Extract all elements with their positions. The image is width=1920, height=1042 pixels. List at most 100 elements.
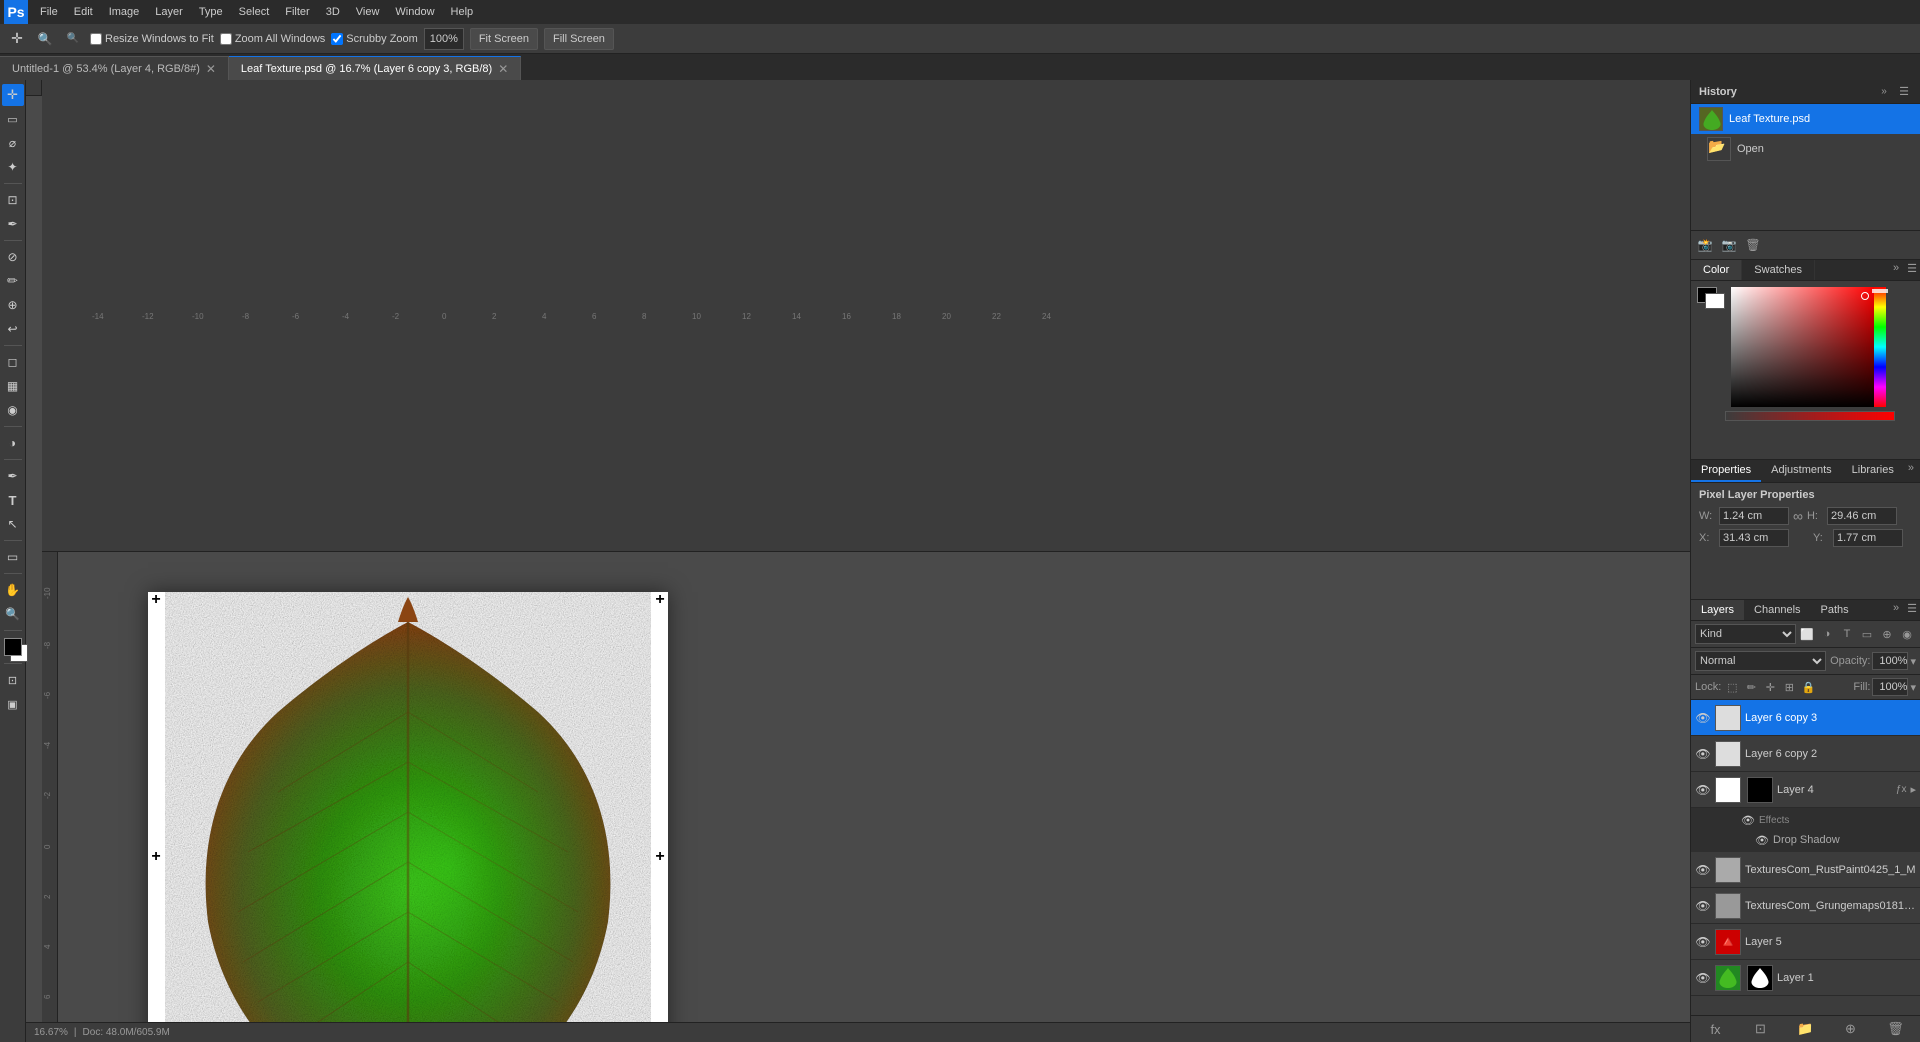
tool-history-brush[interactable]: ↩: [2, 318, 24, 340]
menu-window[interactable]: Window: [387, 0, 442, 24]
x-input[interactable]: [1719, 529, 1789, 547]
tab-untitled-close[interactable]: ✕: [206, 62, 216, 76]
layers-kind-select[interactable]: Kind: [1695, 624, 1796, 644]
tool-eyedropper[interactable]: ✒: [2, 213, 24, 235]
menu-layer[interactable]: Layer: [147, 0, 191, 24]
history-new-doc-btn[interactable]: 📷: [1719, 235, 1739, 255]
menu-select[interactable]: Select: [231, 0, 278, 24]
tool-blur[interactable]: ◉: [2, 399, 24, 421]
height-input[interactable]: [1827, 507, 1897, 525]
layers-delete-btn[interactable]: 🗑: [1874, 1019, 1917, 1039]
layers-filter-toggle[interactable]: ◉: [1898, 625, 1916, 643]
fill-input[interactable]: [1872, 678, 1908, 696]
zoom-in-icon[interactable]: 🔍: [34, 28, 56, 50]
y-input[interactable]: [1833, 529, 1903, 547]
layer-vis-texturescom-rust[interactable]: 👁: [1695, 862, 1711, 878]
tool-zoom[interactable]: 🔍: [2, 603, 24, 625]
color-gradient[interactable]: [1731, 287, 1874, 407]
tool-dodge[interactable]: ◑: [2, 432, 24, 454]
menu-help[interactable]: Help: [443, 0, 482, 24]
filter-smart-icon[interactable]: ⊕: [1878, 625, 1896, 643]
menu-3d[interactable]: 3D: [318, 0, 348, 24]
layers-tab-layers[interactable]: Layers: [1691, 600, 1744, 620]
layer-item-layer6copy2[interactable]: 👁 Layer 6 copy 2: [1691, 736, 1920, 772]
lock-position-icon[interactable]: ✛: [1762, 679, 1778, 695]
effect-item-dropshadow-name[interactable]: 👁 Drop Shadow: [1741, 830, 1916, 850]
layer-vis-layer6copy2[interactable]: 👁: [1695, 746, 1711, 762]
tool-mask[interactable]: ⊡: [2, 669, 24, 691]
fill-arrow[interactable]: ▾: [1910, 681, 1916, 694]
layer-item-texturescom-grun[interactable]: 👁 TexturesCom_Grungemaps0181_19_...: [1691, 888, 1920, 924]
lock-brush-icon[interactable]: ✏: [1743, 679, 1759, 695]
canvas-workspace[interactable]: + + + + + +: [148, 592, 668, 1023]
color-expand-icon[interactable]: »: [1888, 260, 1904, 276]
tool-lasso[interactable]: ⌀: [2, 132, 24, 154]
effect-vis-dropshadow[interactable]: 👁: [1741, 812, 1755, 828]
background-swatch[interactable]: [1705, 293, 1725, 309]
history-menu-icon[interactable]: ☰: [1896, 84, 1912, 100]
history-item-open[interactable]: 📂 Open: [1691, 134, 1920, 164]
alpha-slider[interactable]: [1725, 411, 1895, 421]
filter-adjust-icon[interactable]: ◑: [1818, 625, 1836, 643]
zoom-level-input[interactable]: [424, 28, 464, 50]
layers-create-layer-btn[interactable]: ⊕: [1829, 1019, 1872, 1039]
filter-pixel-icon[interactable]: ⬜: [1798, 625, 1816, 643]
zoom-out-icon[interactable]: 🔍: [62, 28, 84, 50]
layer-fx-layer4[interactable]: ƒx: [1896, 784, 1907, 795]
fit-screen-button[interactable]: Fit Screen: [470, 28, 538, 50]
history-item-leaf-texture[interactable]: Leaf Texture.psd: [1691, 104, 1920, 134]
tool-hand[interactable]: ✋: [2, 579, 24, 601]
layers-add-fx-btn[interactable]: fx: [1694, 1019, 1737, 1039]
tab-leaf-texture[interactable]: Leaf Texture.psd @ 16.7% (Layer 6 copy 3…: [229, 56, 521, 80]
menu-edit[interactable]: Edit: [66, 0, 101, 24]
history-snapshot-btn[interactable]: 📸: [1695, 235, 1715, 255]
layers-tab-channels[interactable]: Channels: [1744, 600, 1810, 620]
move-tool-icon[interactable]: ✛: [6, 28, 28, 50]
tab-adjustments[interactable]: Adjustments: [1761, 460, 1842, 482]
tool-path-select[interactable]: ↖: [2, 513, 24, 535]
layer-item-layer1[interactable]: 👁 Layer 1: [1691, 960, 1920, 996]
opacity-input[interactable]: [1872, 652, 1908, 670]
hue-slider[interactable]: [1874, 287, 1886, 407]
menu-filter[interactable]: Filter: [277, 0, 317, 24]
color-tab-color[interactable]: Color: [1691, 260, 1742, 280]
menu-file[interactable]: File: [32, 0, 66, 24]
foreground-color[interactable]: [4, 638, 22, 656]
blend-mode-select[interactable]: Normal: [1695, 651, 1826, 671]
layers-menu-icon[interactable]: ☰: [1904, 600, 1920, 616]
layers-add-mask-btn[interactable]: ⊡: [1739, 1019, 1782, 1039]
color-tab-swatches[interactable]: Swatches: [1742, 260, 1815, 280]
menu-view[interactable]: View: [348, 0, 388, 24]
resize-windows-input[interactable]: [90, 33, 102, 45]
fg-bg-preview[interactable]: [1697, 287, 1725, 309]
color-spectrum[interactable]: [1691, 281, 1920, 459]
layer-item-layer6copy3[interactable]: 👁 Layer 6 copy 3: [1691, 700, 1920, 736]
tool-type[interactable]: T: [2, 489, 24, 511]
tool-pen[interactable]: ✒: [2, 465, 24, 487]
link-wh-icon[interactable]: ∞: [1793, 508, 1803, 524]
menu-image[interactable]: Image: [101, 0, 148, 24]
opacity-arrow[interactable]: ▾: [1910, 655, 1916, 668]
zoom-all-windows-input[interactable]: [220, 33, 232, 45]
layers-create-group-btn[interactable]: 📁: [1784, 1019, 1827, 1039]
layer-vis-layer5[interactable]: 👁: [1695, 934, 1711, 950]
layer-vis-layer4[interactable]: 👁: [1695, 782, 1711, 798]
canvas-main[interactable]: + + + + + +: [58, 552, 1690, 1023]
menu-type[interactable]: Type: [191, 0, 231, 24]
filter-type-icon[interactable]: T: [1838, 625, 1856, 643]
tool-wand[interactable]: ✦: [2, 156, 24, 178]
layer-item-layer4[interactable]: 👁 Layer 4 ƒx ▸: [1691, 772, 1920, 808]
tool-shape[interactable]: ▭: [2, 546, 24, 568]
tool-marquee[interactable]: ▭: [2, 108, 24, 130]
scrubby-zoom-checkbox[interactable]: Scrubby Zoom: [331, 33, 418, 45]
scrubby-zoom-input[interactable]: [331, 33, 343, 45]
tool-patch[interactable]: ⊘: [2, 246, 24, 268]
width-input[interactable]: [1719, 507, 1789, 525]
history-expand-icon[interactable]: »: [1876, 84, 1892, 100]
lock-all-icon[interactable]: 🔒: [1800, 679, 1816, 695]
tool-move[interactable]: ✛: [2, 84, 24, 106]
tab-untitled[interactable]: Untitled-1 @ 53.4% (Layer 4, RGB/8#) ✕: [0, 56, 229, 80]
filter-shape-icon[interactable]: ▭: [1858, 625, 1876, 643]
tool-clone[interactable]: ⊕: [2, 294, 24, 316]
effect-dropshadow-vis[interactable]: 👁: [1755, 832, 1769, 848]
